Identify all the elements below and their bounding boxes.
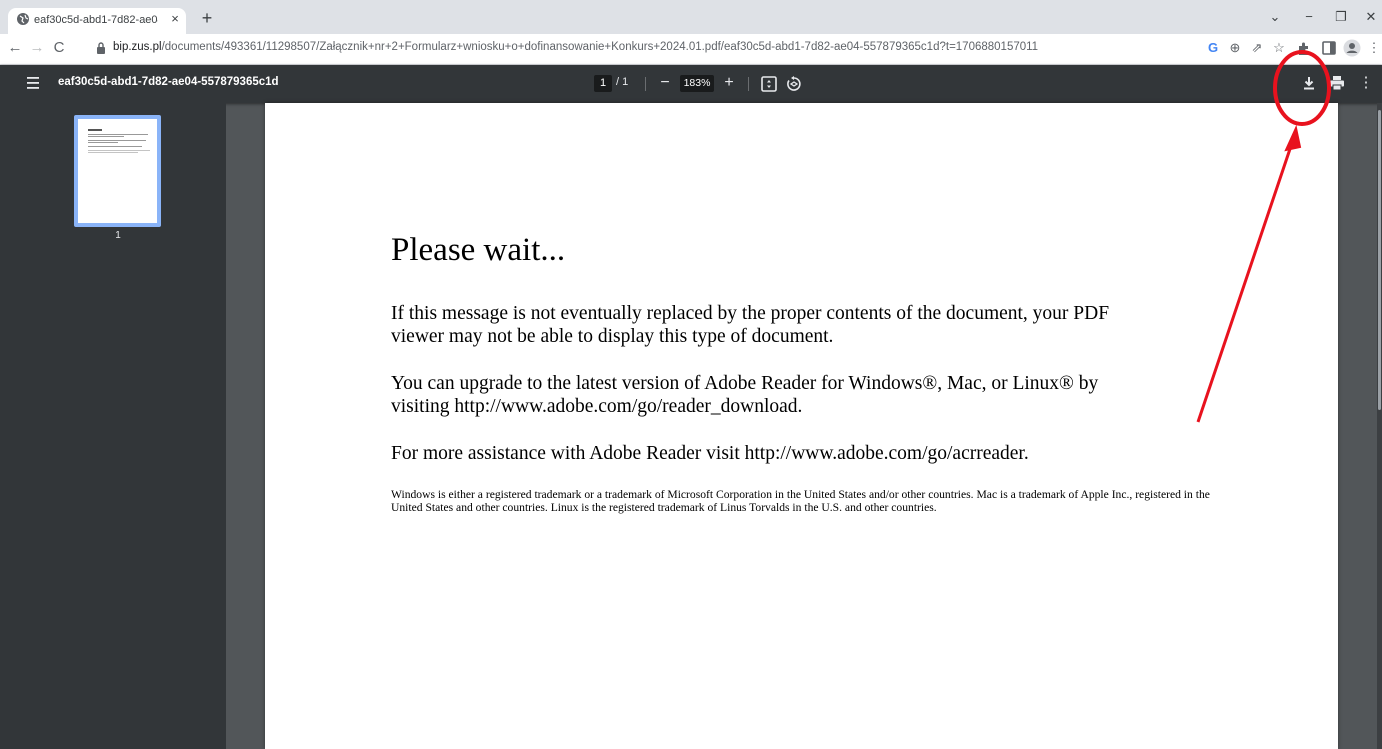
zoom-icon[interactable]: ⊕: [1224, 37, 1246, 59]
url-path: /documents/493361/11298507/Załącznik+nr+…: [161, 41, 1039, 53]
page-count: / 1: [616, 76, 629, 88]
page-heading: Please wait...: [391, 232, 566, 268]
print-icon[interactable]: [1328, 74, 1346, 92]
trademark-footnote: Windows is either a registered trademark…: [391, 488, 1210, 514]
paragraph-line: If this message is not eventually replac…: [391, 303, 1110, 324]
pdf-title: eaf30c5d-abd1-7d82-ae04-557879365c1d: [58, 76, 279, 88]
forward-icon[interactable]: →: [26, 37, 48, 59]
back-icon[interactable]: ←: [4, 37, 26, 59]
menu-icon[interactable]: [26, 75, 44, 91]
reload-icon[interactable]: C: [48, 37, 70, 59]
tab-search-icon[interactable]: ⌄: [1260, 6, 1290, 28]
download-icon[interactable]: [1300, 74, 1318, 92]
scrollbar-thumb[interactable]: [1378, 110, 1381, 410]
page-thumbnail[interactable]: [78, 119, 157, 223]
zoom-input[interactable]: 183%: [680, 75, 714, 92]
share-icon[interactable]: ⇗: [1246, 37, 1268, 59]
rotate-icon[interactable]: [785, 75, 803, 93]
paragraph-line: For more assistance with Adobe Reader vi…: [391, 443, 1029, 464]
extensions-icon[interactable]: [1296, 40, 1312, 56]
pdf-page: [265, 103, 1338, 749]
globe-icon: [17, 13, 29, 25]
profile-avatar-icon[interactable]: [1343, 39, 1361, 57]
fit-to-page-icon[interactable]: [760, 75, 778, 93]
minimize-icon[interactable]: −: [1294, 6, 1324, 28]
toolbar-divider: [748, 77, 749, 91]
bookmark-star-icon[interactable]: ☆: [1268, 37, 1290, 59]
new-tab-button[interactable]: +: [196, 7, 218, 29]
lock-icon: [97, 42, 105, 54]
restore-icon[interactable]: ❐: [1326, 6, 1356, 28]
paragraph-line: visiting http://www.adobe.com/go/reader_…: [391, 396, 803, 417]
tab-title: eaf30c5d-abd1-7d82-ae04-557879365c1d: [34, 14, 158, 26]
paragraph-line: You can upgrade to the latest version of…: [391, 373, 1099, 394]
zoom-in-button[interactable]: +: [720, 73, 738, 93]
toolbar-divider: [645, 77, 646, 91]
side-panel-icon[interactable]: [1322, 41, 1336, 55]
paragraph-line: viewer may not be able to display this t…: [391, 326, 834, 347]
page-number-input[interactable]: 1: [594, 75, 612, 92]
browser-menu-icon[interactable]: ⋮: [1366, 37, 1382, 59]
url-text[interactable]: bip.zus.pl/documents/493361/11298507/Zał…: [113, 41, 1038, 53]
pdf-more-icon[interactable]: ⋮: [1358, 73, 1374, 93]
google-lens-icon[interactable]: G: [1202, 37, 1224, 59]
tab-close-icon[interactable]: ×: [166, 10, 184, 28]
url-host: bip.zus.pl: [113, 41, 162, 53]
close-window-icon[interactable]: ✕: [1356, 6, 1382, 28]
thumbnail-page-number: 1: [115, 230, 121, 241]
zoom-out-button[interactable]: −: [656, 73, 674, 93]
